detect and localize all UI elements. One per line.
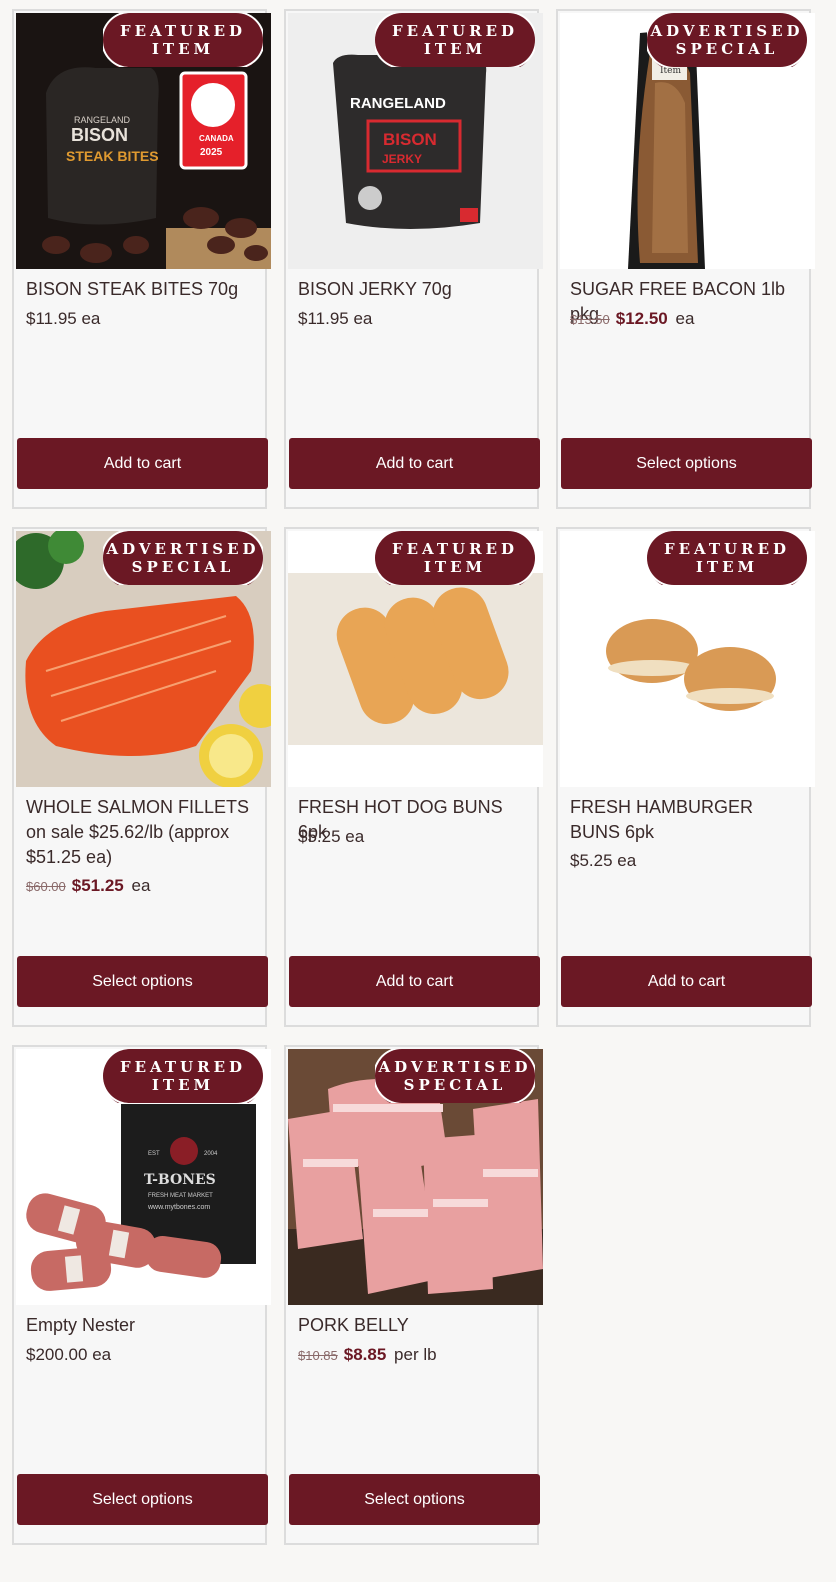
old-price: $10.85 bbox=[298, 1348, 338, 1363]
product-title[interactable]: BISON JERKY 70g bbox=[298, 277, 534, 302]
select-options-button[interactable]: Select options bbox=[561, 438, 812, 489]
svg-text:2004: 2004 bbox=[204, 1151, 218, 1157]
add-to-cart-button[interactable]: Add to cart bbox=[17, 438, 268, 489]
svg-text:RANGELAND: RANGELAND bbox=[350, 95, 446, 112]
svg-text:JERKY: JERKY bbox=[382, 152, 422, 166]
svg-text:BISON: BISON bbox=[71, 125, 128, 145]
old-price: $60.00 bbox=[26, 879, 66, 894]
sale-price: $8.85 bbox=[343, 1345, 387, 1364]
product-card: ADVERTISED SPECIAL WHOLE SALMON FILLETS o… bbox=[12, 527, 271, 1027]
svg-text:www.mytbones.com: www.mytbones.com bbox=[147, 1204, 210, 1211]
select-options-button[interactable]: Select options bbox=[289, 1474, 540, 1525]
add-to-cart-button[interactable]: Add to cart bbox=[289, 438, 540, 489]
svg-text:CANADA: CANADA bbox=[199, 134, 234, 143]
svg-text:STEAK BITES: STEAK BITES bbox=[66, 148, 159, 164]
svg-text:Item: Item bbox=[660, 66, 681, 76]
product-price: $60.00 $51.25 ea bbox=[26, 876, 151, 895]
product-price: $11.95 ea bbox=[26, 309, 101, 328]
product-title[interactable]: PORK BELLY bbox=[298, 1313, 534, 1338]
svg-text:RANGELAND: RANGELAND bbox=[74, 115, 131, 125]
sale-price: $51.25 bbox=[71, 876, 124, 895]
featured-badge: FEATURED ITEM bbox=[647, 531, 807, 585]
product-card: Item ADVERTISED SPECIAL SUGAR FREE BACON … bbox=[556, 9, 815, 509]
advertised-badge: ADVERTISED SPECIAL bbox=[103, 531, 263, 585]
sale-price: $12.50 bbox=[615, 309, 668, 328]
add-to-cart-button[interactable]: Add to cart bbox=[561, 956, 812, 1007]
product-price: $5.25 ea bbox=[570, 851, 637, 870]
product-price: $13.50 $12.50 ea bbox=[570, 309, 695, 328]
svg-text:T-BONES: T-BONES bbox=[144, 1172, 216, 1188]
product-card: FEATURED ITEM FRESH HAMBURGER BUNS 6pk $5… bbox=[556, 527, 815, 1027]
product-price: $10.85 $8.85 per lb bbox=[298, 1345, 437, 1364]
advertised-badge: ADVERTISED SPECIAL bbox=[647, 13, 807, 67]
featured-badge: FEATURED ITEM bbox=[375, 531, 535, 585]
svg-text:FRESH MEAT MARKET: FRESH MEAT MARKET bbox=[148, 1193, 213, 1199]
product-card: RANGELAND BISON STEAK BITES CANADA 2025 … bbox=[12, 9, 271, 509]
product-card: FEATURED ITEM FRESH HOT DOG BUNS 6pk $5.2… bbox=[284, 527, 543, 1027]
add-to-cart-button[interactable]: Add to cart bbox=[289, 956, 540, 1007]
product-title[interactable]: WHOLE SALMON FILLETS on sale $25.62/lb (… bbox=[26, 795, 262, 870]
featured-badge: FEATURED ITEM bbox=[103, 13, 263, 67]
old-price: $13.50 bbox=[570, 312, 610, 327]
product-title[interactable]: Empty Nester bbox=[26, 1313, 262, 1338]
product-card: ADVERTISED SPECIAL PORK BELLY $10.85 $8.85… bbox=[284, 1045, 543, 1545]
product-price: $5.25 ea bbox=[298, 827, 365, 846]
advertised-badge: ADVERTISED SPECIAL bbox=[375, 1049, 535, 1103]
product-card: EST 2004 T-BONES FRESH MEAT MARKET www.m… bbox=[12, 1045, 271, 1545]
featured-badge: FEATURED ITEM bbox=[103, 1049, 263, 1103]
svg-text:EST: EST bbox=[148, 1151, 160, 1157]
select-options-button[interactable]: Select options bbox=[17, 1474, 268, 1525]
svg-text:2025: 2025 bbox=[200, 147, 223, 158]
product-title[interactable]: FRESH HAMBURGER BUNS 6pk bbox=[570, 795, 806, 845]
product-title[interactable]: BISON STEAK BITES 70g bbox=[26, 277, 262, 302]
svg-text:BISON: BISON bbox=[383, 130, 437, 149]
product-price: $11.95 ea bbox=[298, 309, 373, 328]
featured-badge: FEATURED ITEM bbox=[375, 13, 535, 67]
product-card: RANGELAND BISON JERKY FEATURED ITEM BISON… bbox=[284, 9, 543, 509]
product-price: $200.00 ea bbox=[26, 1345, 112, 1364]
select-options-button[interactable]: Select options bbox=[17, 956, 268, 1007]
